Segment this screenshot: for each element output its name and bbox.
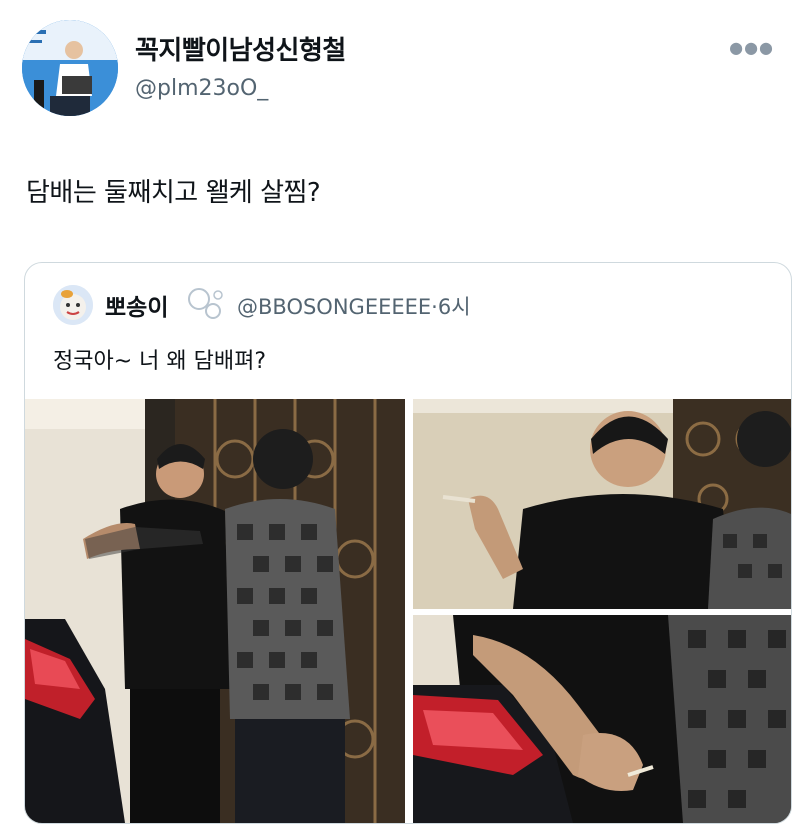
more-horizontal-icon[interactable]: ●●● <box>729 38 774 57</box>
photo-1-image <box>25 399 405 823</box>
quoted-author-handle[interactable]: @BBOSONGEEEEE <box>237 295 431 319</box>
quoted-author-handle-time[interactable]: @BBOSONGEEEEE·6시 <box>237 291 471 321</box>
photo-2-image <box>413 399 791 609</box>
quoted-media-photo-1[interactable] <box>25 399 405 823</box>
quoted-tweet-text: 정국아~ 너 왜 담배펴? <box>53 349 267 374</box>
author-handle[interactable]: @plm23oO_ <box>135 76 268 101</box>
avatar-image <box>22 20 118 116</box>
quoted-tweet-card[interactable]: 뽀송이 @BBOSONGEEEEE·6시 정국아~ 너 왜 담배펴? <box>24 262 792 824</box>
separator-dot: · <box>431 295 438 319</box>
quoted-author-name[interactable]: 뽀송이 <box>105 288 168 322</box>
photo-3-image <box>413 615 791 823</box>
author-avatar[interactable] <box>22 20 118 116</box>
quoted-time[interactable]: 6시 <box>438 295 471 319</box>
quoted-media-photo-2[interactable] <box>413 399 791 609</box>
quoted-avatar-image <box>53 285 93 325</box>
tweet-text: 담배는 둘째치고 왤케 살찜? <box>26 178 321 208</box>
quoted-media-photo-3[interactable] <box>413 615 791 823</box>
quoted-author-avatar[interactable] <box>53 285 93 325</box>
emoji-badge-icon <box>188 288 223 319</box>
author-name[interactable]: 꼭지빨이남성신형철 <box>135 30 346 67</box>
